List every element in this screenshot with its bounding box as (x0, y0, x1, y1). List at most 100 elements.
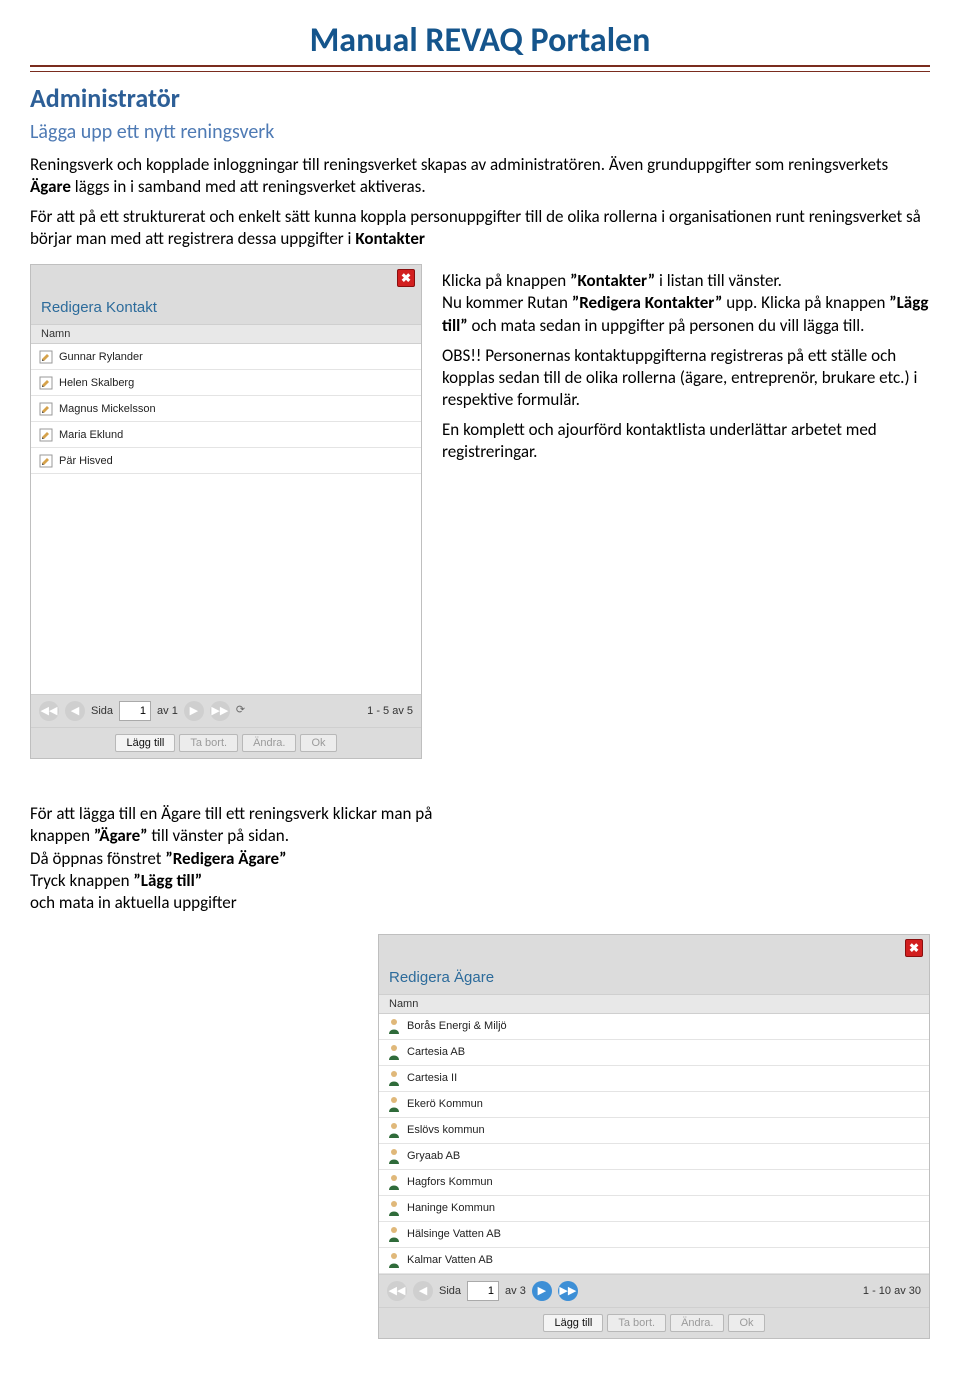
person-icon (387, 1148, 401, 1164)
page-number-input[interactable] (119, 701, 151, 721)
last-page-icon: ▶▶ (210, 701, 230, 721)
text: Nu kommer Rutan (442, 292, 572, 313)
edit-button: Ändra. (242, 734, 296, 752)
text: Klicka på knappen (442, 270, 570, 291)
person-icon (387, 1044, 401, 1060)
table-row[interactable]: Kalmar Vatten AB (379, 1248, 929, 1274)
text: upp. Klicka på knappen (722, 292, 889, 313)
text: Reningsverk och kopplade inloggningar ti… (30, 154, 888, 175)
add-button[interactable]: Lägg till (543, 1314, 603, 1332)
panel-title: Redigera Ägare (379, 961, 929, 994)
next-page-icon[interactable]: ▶ (532, 1281, 552, 1301)
text: Tryck knappen (30, 870, 133, 891)
close-icon[interactable]: ✖ (905, 939, 923, 957)
last-page-icon[interactable]: ▶▶ (558, 1281, 578, 1301)
table-row[interactable]: Pär Hisved (31, 448, 421, 474)
edit-icon (39, 402, 53, 416)
text: och mata sedan in uppgifter på personen … (468, 315, 865, 336)
person-icon (387, 1252, 401, 1268)
person-icon (387, 1018, 401, 1034)
contact-name: Magnus Mickelsson (59, 403, 156, 415)
table-row[interactable]: Hälsinge Vatten AB (379, 1222, 929, 1248)
table-row[interactable]: Ekerö Kommun (379, 1092, 929, 1118)
intro-paragraph-2: För att på ett strukturerat och enkelt s… (30, 206, 930, 250)
edit-icon (39, 376, 53, 390)
first-page-icon: ◀◀ (39, 701, 59, 721)
refresh-icon[interactable]: ⟳ (236, 703, 252, 719)
table-row[interactable]: Maria Eklund (31, 422, 421, 448)
side-paragraph-3: En komplett och ajourförd kontaktlista u… (442, 419, 930, 463)
prev-page-icon: ◀ (65, 701, 85, 721)
owner-name: Hagfors Kommun (407, 1176, 493, 1188)
owner-name: Hälsinge Vatten AB (407, 1228, 501, 1240)
owner-name: Kalmar Vatten AB (407, 1254, 493, 1266)
table-row[interactable]: Cartesia II (379, 1066, 929, 1092)
column-header[interactable]: Namn (31, 324, 421, 344)
kontakt-panel: ✖ Redigera Kontakt Namn Gunnar Rylander H… (30, 264, 422, 759)
page-number-input[interactable] (467, 1281, 499, 1301)
pager-side-label: Sida (91, 705, 113, 717)
person-icon (387, 1174, 401, 1190)
prev-page-icon: ◀ (413, 1281, 433, 1301)
pager-range: 1 - 5 av 5 (367, 705, 413, 717)
agare-rows: Borås Energi & Miljö Cartesia AB Cartesia … (379, 1014, 929, 1274)
owner-name: Cartesia AB (407, 1046, 465, 1058)
person-icon (387, 1070, 401, 1086)
remove-button: Ta bort. (179, 734, 238, 752)
table-row[interactable]: Haninge Kommun (379, 1196, 929, 1222)
column-header[interactable]: Namn (379, 994, 929, 1014)
text-bold: ”Lägg till” (133, 870, 202, 891)
contact-name: Gunnar Rylander (59, 351, 143, 363)
owner-name: Eslövs kommun (407, 1124, 485, 1136)
empty-area (31, 474, 421, 694)
side-paragraph-1: Klicka på knappen ”Kontakter” i listan t… (442, 270, 930, 336)
text-bold: ”Redigera Kontakter” (572, 292, 723, 313)
intro-paragraph-1: Reningsverk och kopplade inloggningar ti… (30, 154, 930, 198)
button-bar: Lägg till Ta bort. Ändra. Ok (379, 1307, 929, 1338)
text-bold: ”Ägare” (94, 825, 148, 846)
text-bold: ”Redigera Ägare” (165, 848, 286, 869)
pager-av-label: av 1 (157, 705, 178, 717)
edit-icon (39, 428, 53, 442)
text-bold: Ägare (30, 176, 71, 197)
panel-title: Redigera Kontakt (31, 291, 421, 324)
sub-title: Lägga upp ett nytt reningsverk (30, 120, 930, 144)
pager: ◀◀ ◀ Sida av 3 ▶ ▶▶ 1 - 10 av 30 (379, 1274, 929, 1307)
pager-range: 1 - 10 av 30 (863, 1285, 921, 1297)
ok-button: Ok (728, 1314, 764, 1332)
owner-name: Ekerö Kommun (407, 1098, 483, 1110)
table-row[interactable]: Eslövs kommun (379, 1118, 929, 1144)
text: i listan till vänster. (655, 270, 782, 291)
person-icon (387, 1122, 401, 1138)
page-title: Manual REVAQ Portalen (30, 20, 930, 61)
first-page-icon: ◀◀ (387, 1281, 407, 1301)
contact-name: Helen Skalberg (59, 377, 134, 389)
pager-av-label: av 3 (505, 1285, 526, 1297)
contact-name: Maria Eklund (59, 429, 123, 441)
title-divider (30, 65, 930, 72)
contact-name: Pär Hisved (59, 455, 113, 467)
add-button[interactable]: Lägg till (115, 734, 175, 752)
table-row[interactable]: Gunnar Rylander (31, 344, 421, 370)
person-icon (387, 1200, 401, 1216)
table-row[interactable]: Helen Skalberg (31, 370, 421, 396)
owner-name: Gryaab AB (407, 1150, 460, 1162)
text: För att på ett strukturerat och enkelt s… (30, 206, 921, 249)
text-bold: ”Kontakter” (570, 270, 655, 291)
button-bar: Lägg till Ta bort. Ändra. Ok (31, 727, 421, 758)
text-bold: Kontakter (355, 228, 425, 249)
next-page-icon: ▶ (184, 701, 204, 721)
owner-name: Haninge Kommun (407, 1202, 495, 1214)
table-row[interactable]: Magnus Mickelsson (31, 396, 421, 422)
close-icon[interactable]: ✖ (397, 269, 415, 287)
edit-icon (39, 454, 53, 468)
table-row[interactable]: Cartesia AB (379, 1040, 929, 1066)
text: Då öppnas fönstret (30, 848, 165, 869)
bottom-paragraph: För att lägga till en Ägare till ett ren… (30, 803, 450, 913)
table-row[interactable]: Borås Energi & Miljö (379, 1014, 929, 1040)
kontakt-rows: Gunnar Rylander Helen Skalberg Magnus Mick… (31, 344, 421, 474)
text: till vänster på sidan. (148, 825, 289, 846)
table-row[interactable]: Gryaab AB (379, 1144, 929, 1170)
pager: ◀◀ ◀ Sida av 1 ▶ ▶▶ ⟳ 1 - 5 av 5 (31, 694, 421, 727)
table-row[interactable]: Hagfors Kommun (379, 1170, 929, 1196)
